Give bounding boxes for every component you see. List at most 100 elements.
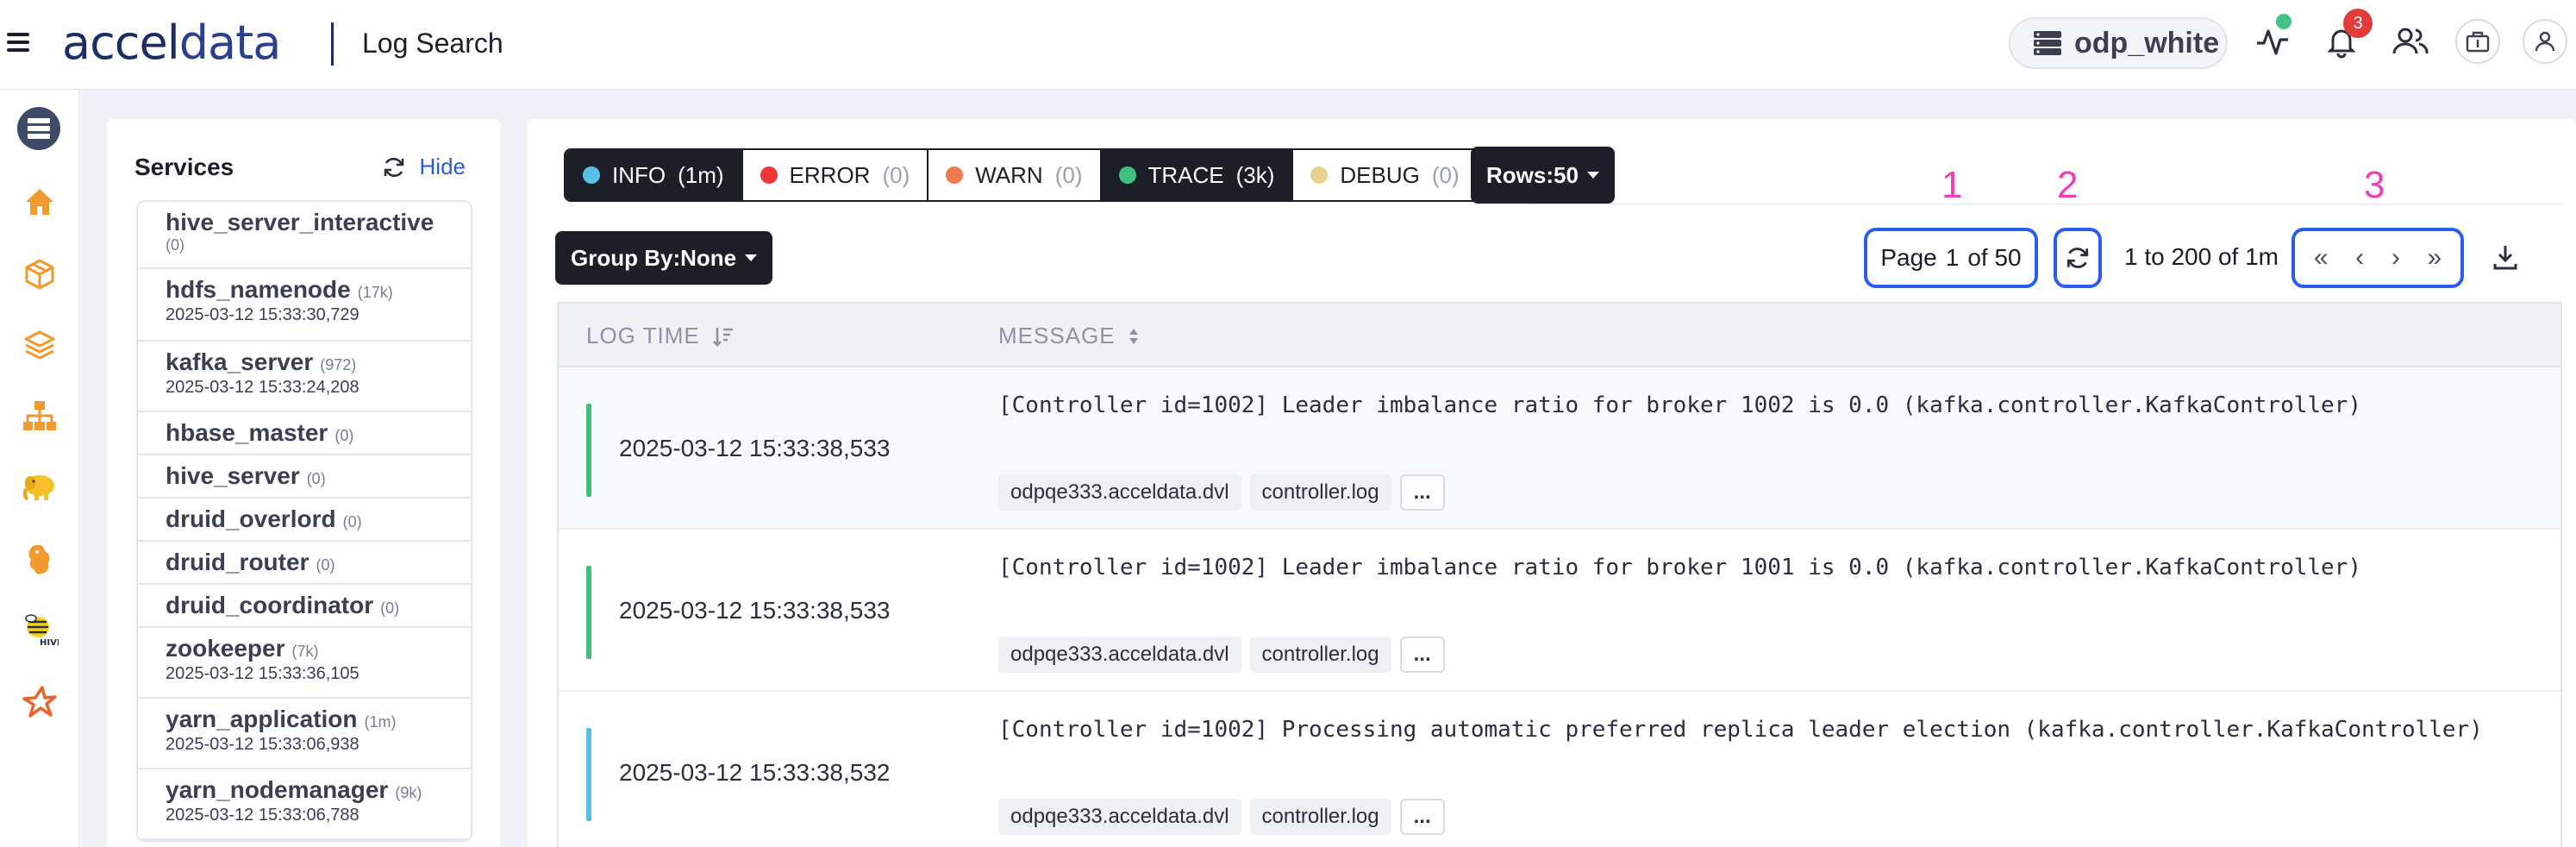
host-tag[interactable]: odpqe333.acceldata.dvl: [998, 637, 1241, 673]
service-name: zookeeper: [166, 635, 285, 662]
service-item[interactable]: yarn_application (1m) 2025-03-12 15:33:06…: [138, 699, 471, 769]
file-tag[interactable]: controller.log: [1249, 799, 1391, 835]
service-item[interactable]: druid_overlord (0): [138, 499, 471, 542]
file-tag[interactable]: controller.log: [1249, 637, 1391, 673]
file-tag[interactable]: controller.log: [1249, 474, 1391, 511]
log-tags: odpqe333.acceldata.dvl controller.log ..…: [998, 474, 1445, 511]
host-tag[interactable]: odpqe333.acceldata.dvl: [998, 474, 1241, 511]
service-timestamp: 2025-03-12 15:33:06,938: [166, 735, 360, 754]
service-name: hbase_master: [166, 419, 328, 446]
service-item[interactable]: zookeeper (7k) 2025-03-12 15:33:36,105: [138, 628, 471, 699]
level-count: (3k): [1235, 161, 1275, 188]
service-count: (0): [316, 556, 335, 574]
more-button[interactable]: ...: [1399, 637, 1445, 673]
service-name: druid_overlord: [166, 505, 336, 532]
menu-icon[interactable]: [7, 33, 29, 53]
level-toggle-debug[interactable]: DEBUG (0): [1293, 150, 1477, 200]
log-message: [Controller id=1002] Leader imbalance ra…: [998, 392, 2361, 418]
activity-button[interactable]: [2250, 14, 2295, 64]
page-current[interactable]: 1: [1946, 244, 1960, 272]
service-count: (0): [335, 427, 354, 444]
table-header: LOG TIME MESSAGE: [559, 304, 2560, 367]
service-name: kafka_server: [166, 348, 314, 375]
next-page-button[interactable]: ›: [2392, 243, 2400, 273]
rows-per-page-dropdown[interactable]: Rows:50: [1471, 147, 1615, 204]
service-item[interactable]: kafka_server (972) 2025-03-12 15:33:24,20…: [138, 342, 471, 412]
refresh-button[interactable]: [2054, 228, 2102, 288]
cluster-selector[interactable]: odp_white: [2009, 17, 2228, 69]
level-toggle-error[interactable]: ERROR (0): [742, 150, 929, 200]
service-item[interactable]: druid_coordinator (0): [138, 585, 471, 628]
first-page-button[interactable]: «: [2314, 243, 2329, 273]
service-item[interactable]: yarn_nodemanager (9k) 2025-03-12 15:33:06…: [138, 769, 471, 840]
column-log-time[interactable]: LOG TIME: [586, 323, 735, 349]
more-button[interactable]: ...: [1399, 799, 1445, 835]
hive-bee-icon: HIVE: [25, 614, 59, 648]
group-by-dropdown[interactable]: Group By:None: [555, 231, 773, 285]
annotation-3: 3: [2364, 164, 2385, 206]
rail-item-logs[interactable]: [17, 107, 60, 150]
sort-icon[interactable]: [1128, 327, 1140, 346]
pagination-nav: « ‹ › »: [2292, 228, 2464, 288]
hive-icon: [28, 544, 50, 574]
service-name: druid_coordinator: [166, 592, 374, 618]
rail-item-hive[interactable]: [16, 535, 64, 583]
rail-item-home[interactable]: [16, 178, 64, 226]
level-toggle-info[interactable]: INFO (1m): [566, 150, 743, 200]
rail-item-hierarchy[interactable]: [16, 392, 64, 440]
more-button[interactable]: ...: [1399, 474, 1445, 511]
table-row[interactable]: 2025-03-12 15:33:38,532 [Controller id=1…: [559, 692, 2560, 847]
log-time: 2025-03-12 15:33:38,533: [619, 435, 891, 461]
users-button[interactable]: [2388, 19, 2433, 64]
level-toggle-warn[interactable]: WARN (0): [928, 150, 1102, 200]
level-label: INFO: [612, 161, 666, 188]
level-indicator: [586, 404, 591, 497]
level-count: (0): [882, 161, 910, 188]
host-tag[interactable]: odpqe333.acceldata.dvl: [998, 799, 1241, 835]
briefcase-icon: [2466, 31, 2490, 53]
service-item[interactable]: hbase_master (0): [138, 412, 471, 455]
annotation-2: 2: [2057, 164, 2079, 206]
level-label: TRACE: [1147, 161, 1224, 188]
last-page-button[interactable]: »: [2427, 243, 2442, 273]
service-item[interactable]: hive_server_interactive (0): [138, 202, 471, 269]
service-item[interactable]: hive_server (0): [138, 455, 471, 499]
services-controls: Hide: [382, 154, 466, 180]
logo-text-prefix: accel: [62, 16, 180, 70]
chevron-down-icon: [745, 254, 758, 261]
refresh-icon[interactable]: [382, 155, 406, 179]
service-item[interactable]: hdfs_namenode (17k) 2025-03-12 15:33:30,7…: [138, 269, 471, 342]
database-icon: [2034, 31, 2061, 55]
level-toggle-trace[interactable]: TRACE (3k): [1101, 150, 1294, 200]
acceldata-logo[interactable]: acceldata: [62, 16, 281, 70]
status-dot: [2276, 14, 2292, 29]
sort-desc-icon[interactable]: [712, 325, 735, 348]
notifications-button[interactable]: 3: [2319, 9, 2373, 64]
hide-services-link[interactable]: Hide: [420, 154, 466, 180]
rail-item-spark[interactable]: [16, 678, 64, 726]
table-row[interactable]: 2025-03-12 15:33:38,533 [Controller id=1…: [559, 367, 2560, 530]
level-dot-info: [583, 166, 600, 184]
rail-item-layers[interactable]: [16, 321, 64, 369]
rail-item-package[interactable]: [16, 250, 64, 298]
page-indicator[interactable]: Page 1 of 50: [1864, 228, 2038, 288]
rail-item-hive-bee[interactable]: HIVE: [16, 605, 64, 654]
service-item[interactable]: druid_router (0): [138, 542, 471, 585]
level-count: (0): [1054, 161, 1083, 188]
profile-button[interactable]: [2523, 19, 2567, 64]
download-icon[interactable]: [2490, 242, 2521, 273]
level-dot-trace: [1118, 166, 1136, 184]
service-count: (0): [342, 513, 362, 530]
briefcase-button[interactable]: [2455, 19, 2500, 64]
service-count: (0): [166, 236, 184, 254]
log-tags: odpqe333.acceldata.dvl controller.log ..…: [998, 799, 1445, 835]
prev-page-button[interactable]: ‹: [2355, 243, 2364, 273]
level-dot-debug: [1310, 166, 1329, 184]
left-rail: HIVE: [0, 90, 79, 847]
svg-text:HIVE: HIVE: [40, 638, 59, 648]
service-count: (0): [380, 599, 400, 617]
rail-item-hadoop[interactable]: [16, 462, 64, 511]
table-row[interactable]: 2025-03-12 15:33:38,533 [Controller id=1…: [559, 530, 2560, 692]
column-message[interactable]: MESSAGE: [998, 323, 1140, 349]
app-title: Log Search: [362, 28, 503, 59]
